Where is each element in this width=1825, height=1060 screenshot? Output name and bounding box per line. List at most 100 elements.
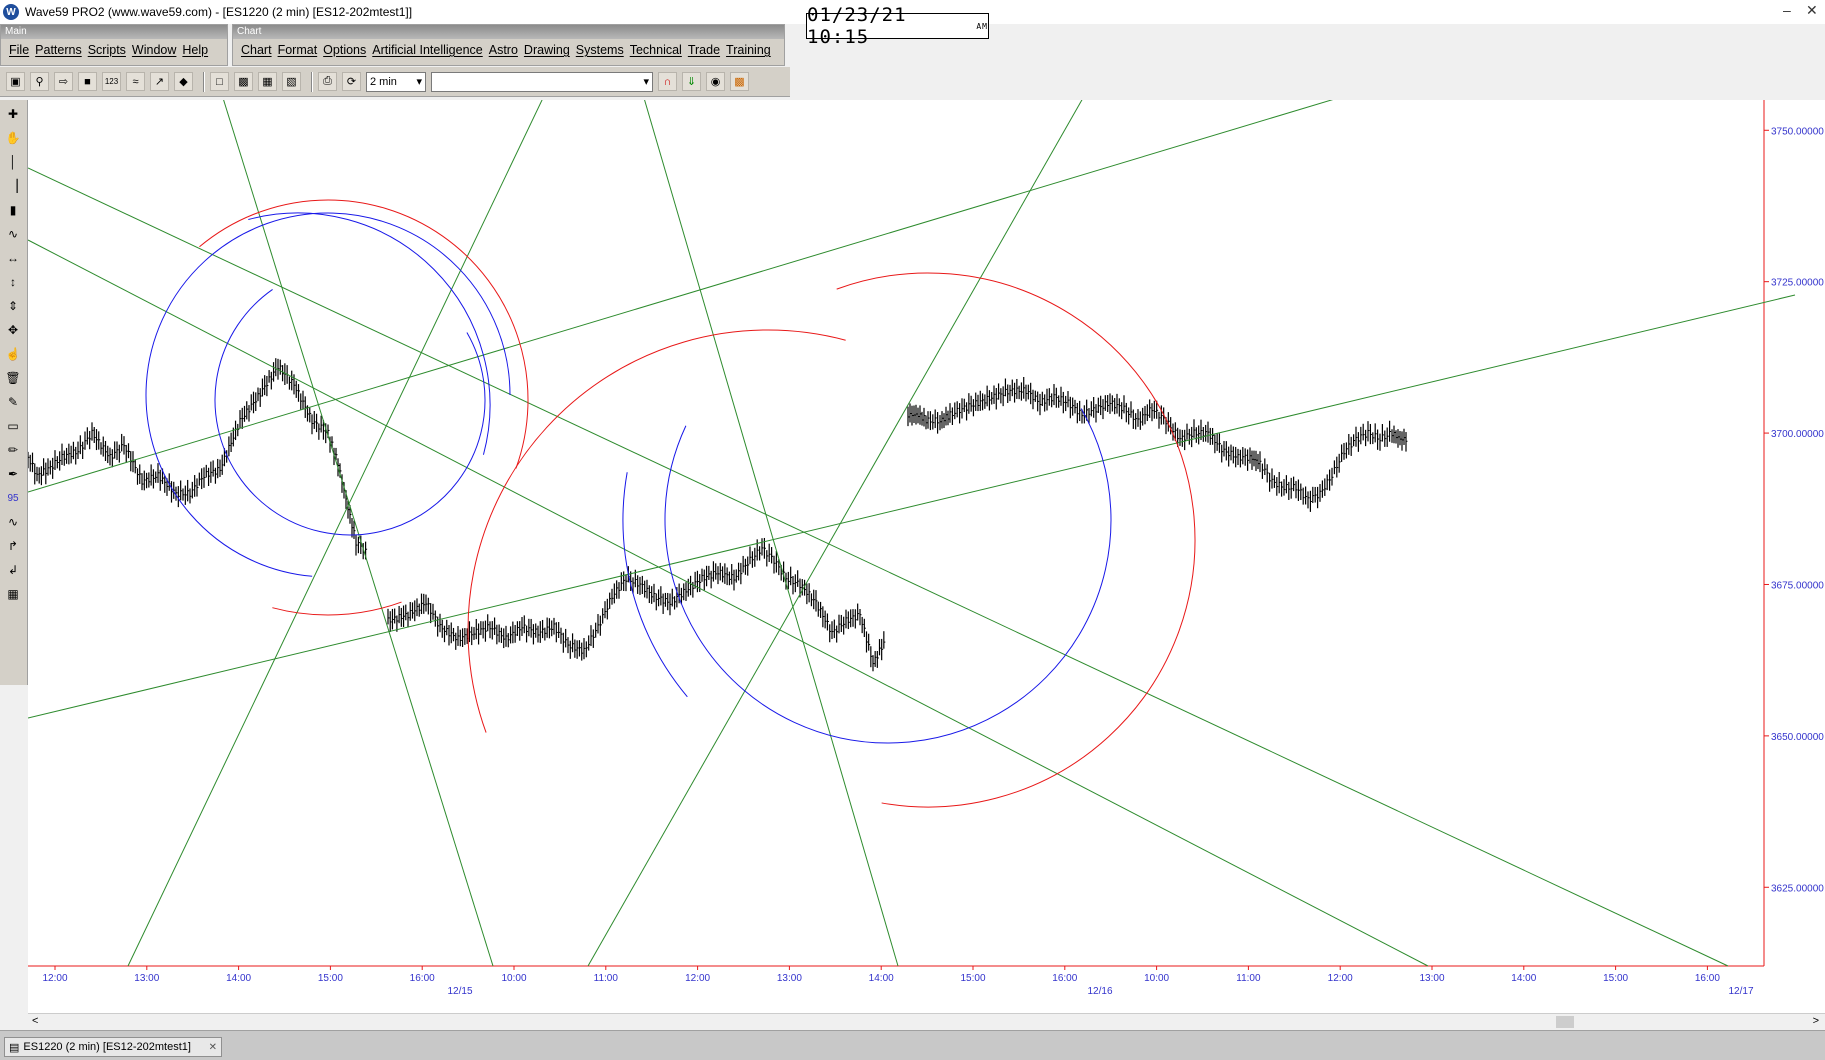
note-icon[interactable]: □ <box>210 72 229 91</box>
arrow-v-icon[interactable]: ⇕ <box>3 296 23 316</box>
wave-icon[interactable]: ≈ <box>126 72 145 91</box>
zoom-icon[interactable]: ⚲ <box>30 72 49 91</box>
magnet-icon[interactable]: ∩ <box>658 72 677 91</box>
color-palette-icon[interactable]: ▩ <box>730 72 749 91</box>
chevron-down-icon: ▾ <box>416 76 422 88</box>
chart-area[interactable]: 3750.00000 3725.00000 3700.00000 3675.00000… <box>28 100 1825 1030</box>
arc-circle[interactable] <box>145 212 511 577</box>
ruler-v-icon[interactable]: ↕ <box>3 272 23 292</box>
open-chart-icon[interactable]: ▣ <box>6 72 25 91</box>
crosshair-icon[interactable]: ✚ <box>3 104 23 124</box>
monitor-icon[interactable]: ■ <box>78 72 97 91</box>
print-icon[interactable]: ⎙ <box>318 72 337 91</box>
bar-chart-icon[interactable]: ▕ <box>3 176 23 196</box>
line-chart-icon[interactable]: ∿ <box>3 224 23 244</box>
date-label: 12/16 <box>1087 986 1112 997</box>
grid-icon[interactable]: ▦ <box>3 584 23 604</box>
minimize-icon[interactable]: – <box>1783 2 1791 18</box>
separator <box>311 71 313 92</box>
trend-line[interactable] <box>28 239 1429 967</box>
down-arrow-icon[interactable]: ⇓ <box>682 72 701 91</box>
x-tick-label: 12:00 <box>1328 973 1353 984</box>
menu-help[interactable]: Help <box>182 43 208 57</box>
x-tick-label: 13:00 <box>777 973 802 984</box>
vertical-line-icon[interactable]: │ <box>3 152 23 172</box>
chevron-down-icon: ▾ <box>643 76 649 88</box>
trend-line[interactable] <box>587 100 1083 967</box>
brush-icon[interactable]: ✏ <box>3 440 23 460</box>
symbol-select[interactable]: ▾ <box>431 71 653 92</box>
pitch-1-icon[interactable]: ↱ <box>3 536 23 556</box>
layout-icon[interactable]: ▦ <box>258 72 277 91</box>
close-tab-icon[interactable]: ✕ <box>209 1042 217 1053</box>
trend-line[interactable] <box>28 167 1729 967</box>
menu-format[interactable]: Format <box>278 43 318 57</box>
menu-systems[interactable]: Systems <box>576 43 624 57</box>
menu-window[interactable]: Window <box>132 43 176 57</box>
count-icon[interactable]: 123 <box>102 72 121 91</box>
menu-trade[interactable]: Trade <box>688 43 720 57</box>
eye-icon[interactable]: ◉ <box>706 72 725 91</box>
trend-icon[interactable]: ↗ <box>150 72 169 91</box>
arc-circle[interactable] <box>272 601 402 616</box>
pitch-2-icon[interactable]: ↲ <box>3 560 23 580</box>
pencil-icon[interactable]: ✎ <box>3 392 23 412</box>
y-tick-label: 3725.00000 <box>1771 278 1824 289</box>
refresh-icon[interactable]: ⟳ <box>342 72 361 91</box>
menu-technical[interactable]: Technical <box>630 43 682 57</box>
hand-icon[interactable]: ✋ <box>3 128 23 148</box>
scroll-left-icon[interactable]: < <box>32 1015 38 1027</box>
template-icon[interactable]: ▧ <box>282 72 301 91</box>
arc-circle[interactable] <box>836 272 1196 808</box>
trend-line[interactable] <box>644 100 899 967</box>
arc-circle[interactable] <box>248 212 491 455</box>
x-tick-label: 14:00 <box>869 973 894 984</box>
main-menu-band: Main File Patterns Scripts Window Help <box>0 24 228 66</box>
candle-icon[interactable]: ▮ <box>3 200 23 220</box>
menu-astro[interactable]: Astro <box>489 43 518 57</box>
menu-patterns[interactable]: Patterns <box>35 43 82 57</box>
menu-artificial-intelligence[interactable]: Artificial Intelligence <box>372 43 482 57</box>
x-tick-label: 12:00 <box>685 973 710 984</box>
export-icon[interactable]: ⇨ <box>54 72 73 91</box>
arc-circle[interactable] <box>214 289 486 536</box>
arc-circle[interactable] <box>467 329 846 733</box>
clock-display: 01/23/21 10:15 AM <box>806 4 989 48</box>
interval-select[interactable]: 2 min ▾ <box>366 71 426 92</box>
pen-icon[interactable]: ✒ <box>3 464 23 484</box>
icon-toolbar: ▣ ⚲ ⇨ ■ 123 ≈ ↗ ◆ □ ▩ ▦ ▧ ⎙ ⟳ 2 min ▾ ▾ … <box>0 67 790 97</box>
trend-line[interactable] <box>28 294 1796 719</box>
horizontal-scrollbar[interactable]: < > <box>28 1013 1825 1030</box>
y-tick-label: 3675.00000 <box>1771 580 1824 591</box>
sine-icon[interactable]: ∿ <box>3 512 23 532</box>
x-tick-label: 10:00 <box>1144 973 1169 984</box>
arrow-cross-icon[interactable]: ✥ <box>3 320 23 340</box>
close-icon[interactable]: ✕ <box>1806 2 1818 19</box>
trend-line[interactable] <box>223 100 494 967</box>
scroll-right-icon[interactable]: > <box>1813 1015 1819 1027</box>
menu-file[interactable]: File <box>9 43 29 57</box>
menu-chart[interactable]: Chart <box>241 43 272 57</box>
pointer-icon[interactable]: ☝ <box>3 344 23 364</box>
price-chart[interactable]: 3750.00000 3725.00000 3700.00000 3675.00000… <box>28 100 1825 1013</box>
save-icon[interactable]: ▩ <box>234 72 253 91</box>
trend-line[interactable] <box>127 100 543 967</box>
scroll-thumb[interactable] <box>1556 1016 1574 1028</box>
trash-icon[interactable]: 🗑 <box>3 368 23 388</box>
wave-count-95-icon[interactable]: 95 <box>3 488 23 508</box>
x-tick-label: 11:00 <box>594 973 619 984</box>
x-tick-label: 13:00 <box>1419 973 1444 984</box>
x-tick-label: 15:00 <box>960 973 985 984</box>
menu-drawing[interactable]: Drawing <box>524 43 570 57</box>
arc-circle[interactable] <box>199 199 529 469</box>
pattern-icon[interactable]: ◆ <box>174 72 193 91</box>
eraser-icon[interactable]: ▭ <box>3 416 23 436</box>
y-tick-label: 3650.00000 <box>1771 732 1824 743</box>
menu-scripts[interactable]: Scripts <box>88 43 126 57</box>
chart-window-tab[interactable]: ▤ ES1220 (2 min) [ES12-202mtest1] ✕ <box>4 1037 222 1057</box>
menu-training[interactable]: Training <box>726 43 771 57</box>
ruler-h-icon[interactable]: ↔ <box>3 248 23 268</box>
date-label: 12/17 <box>1728 986 1753 997</box>
menu-options[interactable]: Options <box>323 43 366 57</box>
x-tick-label: 16:00 <box>1695 973 1720 984</box>
